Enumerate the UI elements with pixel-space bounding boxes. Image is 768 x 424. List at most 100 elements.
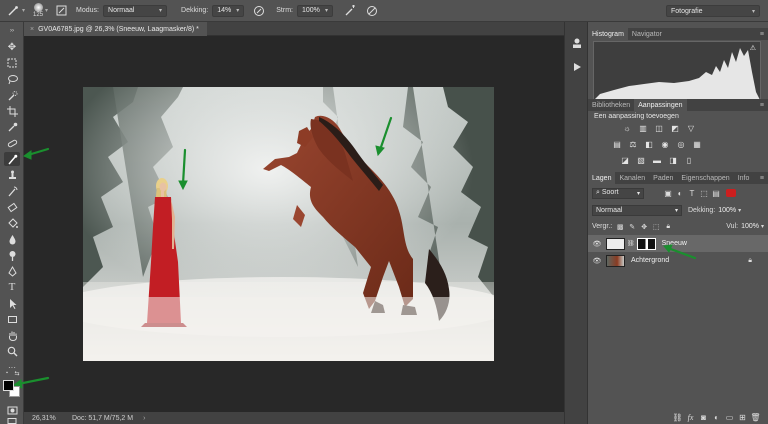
workspace-select[interactable]: Fotografie ▾ [666, 5, 760, 17]
document-tab[interactable]: × GV0A6785.jpg @ 26,3% (Sneeuw, Laagmask… [24, 22, 207, 36]
layer-opacity-value[interactable]: 100% [718, 207, 736, 214]
swap-colors-icon[interactable]: ⇆ [13, 369, 21, 377]
blur-tool-icon[interactable] [4, 232, 20, 246]
play-action-icon[interactable] [569, 60, 585, 74]
threshold-icon[interactable]: ▬ [650, 154, 664, 166]
visibility-eye-icon[interactable]: 👁︎ [588, 240, 606, 248]
brush-tool-icon[interactable] [6, 4, 20, 18]
hue-saturation-icon[interactable]: ▤ [610, 138, 624, 150]
zoom-tool-icon[interactable] [4, 344, 20, 358]
panel-menu-icon[interactable]: ≡ [756, 172, 768, 184]
pressure-opacity-icon[interactable] [252, 4, 266, 18]
dodge-tool-icon[interactable] [4, 248, 20, 262]
layer-mask-thumbnail[interactable] [636, 237, 656, 250]
black-white-icon[interactable]: ◧ [642, 138, 656, 150]
brightness-icon[interactable]: ☼ [620, 122, 634, 134]
tab-properties[interactable]: Eigenschappen [677, 172, 733, 184]
type-tool-icon[interactable]: T [4, 280, 20, 294]
layer-kind-select[interactable]: ⌕ Soort ▾ [592, 187, 644, 199]
pen-tool-icon[interactable] [4, 264, 20, 278]
move-tool-icon[interactable]: ✥ [4, 40, 20, 54]
brush-tool-icon[interactable] [4, 152, 20, 166]
color-balance-icon[interactable]: ⚖ [626, 138, 640, 150]
mask-link-icon[interactable]: ⛓︎ [627, 240, 635, 247]
filter-toggle[interactable] [726, 189, 736, 197]
layer-row-sneeuw[interactable]: 👁︎ ⛓︎ Sneeuw [588, 235, 768, 252]
lock-position-icon[interactable]: ✥ [639, 223, 649, 231]
paint-bucket-icon[interactable] [4, 216, 20, 230]
rectangle-tool-icon[interactable] [4, 312, 20, 326]
default-colors-icon[interactable]: ▪ [3, 369, 11, 377]
tab-adjustments[interactable]: Aanpassingen [634, 99, 687, 111]
foreground-color-swatch[interactable] [3, 380, 14, 391]
filter-adjustment-icon[interactable]: ◐ [674, 189, 686, 198]
pressure-size-icon[interactable] [365, 4, 379, 18]
filter-pixel-icon[interactable]: ▣ [662, 189, 674, 198]
screen-mode-icon[interactable] [4, 417, 20, 424]
eraser-icon[interactable] [4, 200, 20, 214]
new-layer-icon[interactable]: ⊞ [736, 413, 749, 422]
document-image[interactable] [83, 87, 494, 361]
eyedropper-icon[interactable] [4, 120, 20, 134]
properties-panel-icon[interactable] [569, 36, 585, 50]
curves-icon[interactable]: ◫ [652, 122, 666, 134]
link-layers-icon[interactable]: ⛓︎ [671, 413, 684, 422]
mode-select[interactable]: Normaal ▾ [103, 4, 168, 17]
blend-mode-select[interactable]: Normaal ▾ [592, 205, 682, 216]
layer-name[interactable]: Achtergrond [631, 257, 669, 264]
panel-collapse-icon[interactable]: ›› [4, 24, 20, 38]
flow-field[interactable]: 100% ▾ [296, 4, 333, 17]
filter-type-icon[interactable]: T [686, 189, 698, 198]
status-menu-icon[interactable]: › [143, 415, 145, 422]
lock-all-icon[interactable]: 🔒︎ [663, 223, 673, 231]
selective-color-icon[interactable]: ◨ [666, 154, 680, 166]
marquee-tool-icon[interactable] [4, 56, 20, 70]
hand-tool-icon[interactable] [4, 328, 20, 342]
cache-warning-icon[interactable]: ⚠ [750, 44, 756, 52]
brush-preset-picker[interactable]: 125 [33, 3, 43, 18]
layer-name[interactable]: Sneeuw [662, 240, 687, 247]
vibrance-icon[interactable]: ▽ [684, 122, 698, 134]
color-lookup-icon[interactable]: ▦ [690, 138, 704, 150]
tab-libraries[interactable]: Bibliotheken [588, 99, 634, 111]
lasso-tool-icon[interactable] [4, 72, 20, 86]
new-adjustment-icon[interactable]: ◐ [710, 413, 723, 422]
tab-channels[interactable]: Kanalen [615, 172, 649, 184]
levels-icon[interactable]: ▥ [636, 122, 650, 134]
visibility-eye-icon[interactable]: 👁︎ [588, 257, 606, 265]
invert-icon[interactable]: ◪ [618, 154, 632, 166]
healing-brush-icon[interactable] [4, 136, 20, 150]
close-tab-icon[interactable]: × [30, 26, 34, 33]
layer-row-achtergrond[interactable]: 👁︎ Achtergrond 🔒︎ [588, 252, 768, 269]
history-brush-icon[interactable] [4, 184, 20, 198]
clone-stamp-icon[interactable] [4, 168, 20, 182]
quick-mask-icon[interactable] [4, 403, 20, 417]
crop-tool-icon[interactable] [4, 104, 20, 118]
panel-menu-icon[interactable]: ≡ [756, 99, 768, 111]
posterize-icon[interactable]: ▧ [634, 154, 648, 166]
tab-info[interactable]: Info [734, 172, 754, 184]
fill-value[interactable]: 100% [741, 223, 759, 230]
airbrush-icon[interactable] [343, 4, 357, 18]
lock-artboard-icon[interactable]: ⬚ [651, 223, 661, 231]
tab-paths[interactable]: Paden [649, 172, 677, 184]
filter-shape-icon[interactable]: ⬚ [698, 189, 710, 198]
trash-icon[interactable]: 🗑︎ [749, 413, 762, 422]
photo-filter-icon[interactable]: ◉ [658, 138, 672, 150]
opacity-field[interactable]: 14% ▾ [212, 4, 245, 17]
layer-lock-icon[interactable]: 🔒︎ [748, 257, 752, 265]
tab-navigator[interactable]: Navigator [628, 28, 666, 40]
lock-pixels-icon[interactable]: ✎ [627, 223, 637, 231]
path-selection-icon[interactable] [4, 296, 20, 310]
exposure-icon[interactable]: ◩ [668, 122, 682, 134]
add-mask-icon[interactable]: ◙ [697, 413, 710, 422]
layer-style-icon[interactable]: fx [684, 413, 697, 422]
new-group-icon[interactable]: ▭ [723, 413, 736, 422]
channel-mixer-icon[interactable]: ◎ [674, 138, 688, 150]
brush-panel-icon[interactable] [54, 4, 68, 18]
gradient-map-icon[interactable]: ▯ [682, 154, 696, 166]
lock-transparency-icon[interactable]: ▩ [615, 223, 625, 231]
tab-histogram[interactable]: Histogram [588, 28, 628, 40]
panel-menu-icon[interactable]: ≡ [756, 28, 768, 40]
filter-smart-object-icon[interactable]: ▤ [710, 189, 722, 198]
